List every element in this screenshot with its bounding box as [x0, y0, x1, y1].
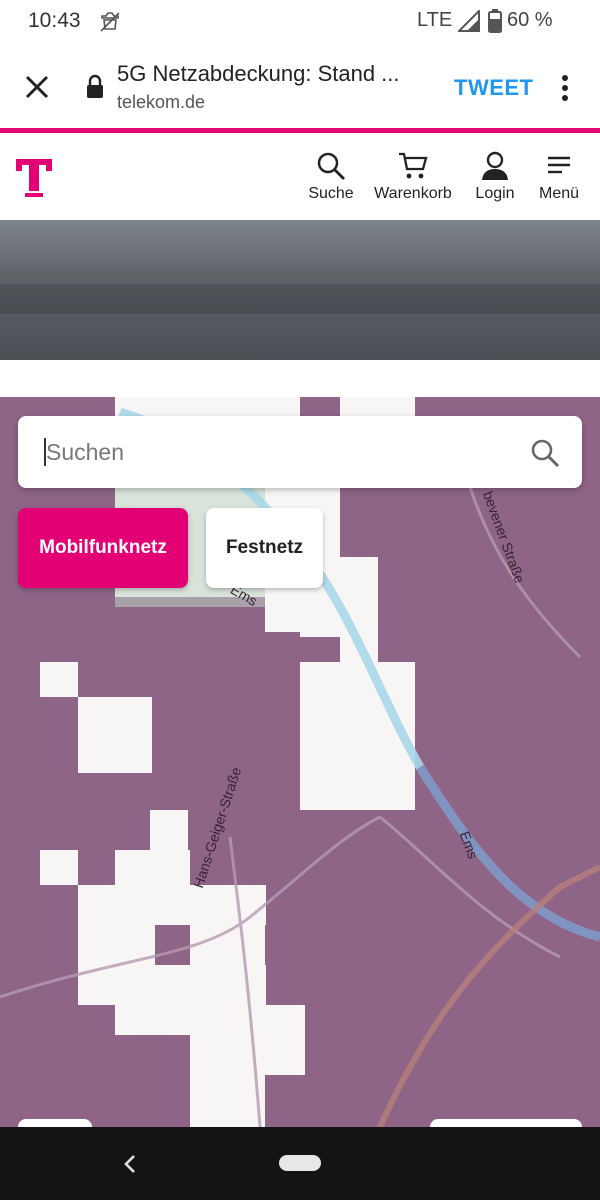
notification-icon [100, 12, 120, 32]
browser-toolbar: 5G Netzabdeckung: Stand ... telekom.de T… [0, 44, 600, 128]
nav-search-label: Suche [308, 185, 354, 202]
toggle-festnetz[interactable]: Festnetz [206, 508, 323, 588]
battery-icon [488, 9, 502, 33]
nav-menu-label: Menü [538, 185, 580, 202]
map-control-left[interactable] [18, 1119, 92, 1127]
signal-icon [458, 10, 480, 32]
user-icon [482, 151, 508, 180]
text-cursor [44, 438, 46, 466]
coverage-map[interactable]: Hans-Geiger-Straße bevener Straße Ems Em… [0, 397, 600, 1127]
search-icon [317, 152, 345, 180]
close-icon[interactable] [20, 70, 54, 104]
tweet-button[interactable]: TWEET [454, 75, 534, 101]
telekom-logo[interactable] [16, 159, 52, 197]
nav-search[interactable]: Suche [301, 151, 361, 203]
status-bar: 10:43 LTE 60 % [0, 0, 600, 44]
status-time: 10:43 [28, 9, 81, 32]
nav-cart-label: Warenkorb [374, 185, 452, 202]
nav-login[interactable]: Login [466, 151, 524, 203]
page-url: telekom.de [117, 92, 206, 112]
hero-band [0, 284, 600, 314]
map-control-right[interactable] [430, 1119, 582, 1127]
cart-icon [399, 152, 428, 179]
back-icon[interactable] [120, 1153, 140, 1175]
home-pill[interactable] [279, 1155, 321, 1171]
page-title: 5G Netzabdeckung: Stand ... [117, 61, 400, 86]
battery-level: 60 % [507, 9, 553, 31]
nav-menu[interactable]: Menü [533, 151, 585, 203]
hero-image [0, 220, 600, 360]
map-canvas [0, 397, 600, 1127]
lock-icon[interactable] [85, 74, 105, 100]
nav-login-label: Login [475, 185, 515, 202]
more-options-icon[interactable] [554, 72, 576, 104]
menu-icon [548, 156, 570, 174]
network-type: LTE [417, 9, 453, 31]
system-navigation-bar [0, 1127, 600, 1200]
site-header: Suche Warenkorb Login Menü [0, 133, 600, 220]
toggle-mobilfunknetz[interactable]: Mobilfunknetz [18, 508, 188, 588]
nav-cart[interactable]: Warenkorb [368, 151, 458, 203]
map-search-box[interactable] [18, 416, 582, 488]
search-icon[interactable] [530, 438, 560, 468]
map-search-input[interactable] [44, 434, 508, 470]
